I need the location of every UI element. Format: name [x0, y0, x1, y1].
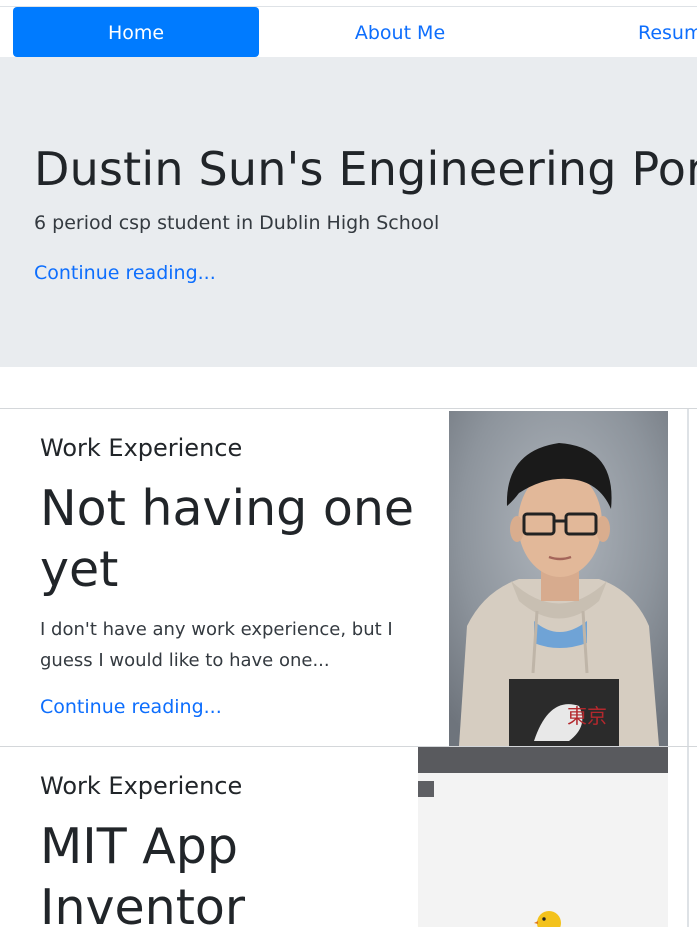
app-inventor-thumbnail	[418, 747, 668, 927]
hero-jumbotron: Dustin Sun's Engineering Port 6 period c…	[0, 57, 697, 367]
nav-about-link[interactable]: About Me	[290, 7, 510, 57]
hero-lead: 6 period csp student in Dublin High Scho…	[34, 212, 440, 234]
card-category: Work Experience	[40, 772, 243, 800]
navbar: Home About Me Resum	[0, 7, 697, 57]
svg-text:東京: 東京	[567, 704, 607, 728]
card-title: MIT App Inventor	[40, 818, 246, 927]
card-divider	[687, 747, 689, 927]
portrait-image: 東京	[449, 411, 668, 746]
card-divider	[687, 409, 689, 746]
thumbnail-block	[418, 781, 434, 797]
card-text: I don't have any work experience, but I …	[40, 619, 393, 671]
hero-title: Dustin Sun's Engineering Port	[34, 142, 697, 196]
card-work-experience-2: Work Experience MIT App Inventor	[0, 746, 697, 927]
nav-resume-link[interactable]: Resum	[638, 7, 697, 57]
hero-continue-link[interactable]: Continue reading...	[34, 262, 216, 284]
thumbnail-toolbar	[418, 747, 668, 773]
card-work-experience-1: Work Experience Not having one yet I don…	[0, 408, 697, 746]
nav-home-link[interactable]: Home	[13, 7, 259, 57]
chick-sprite	[534, 911, 561, 927]
card-category: Work Experience	[40, 434, 243, 462]
card-title: Not having one yet	[40, 480, 415, 598]
card-continue-link[interactable]: Continue reading...	[40, 696, 222, 718]
